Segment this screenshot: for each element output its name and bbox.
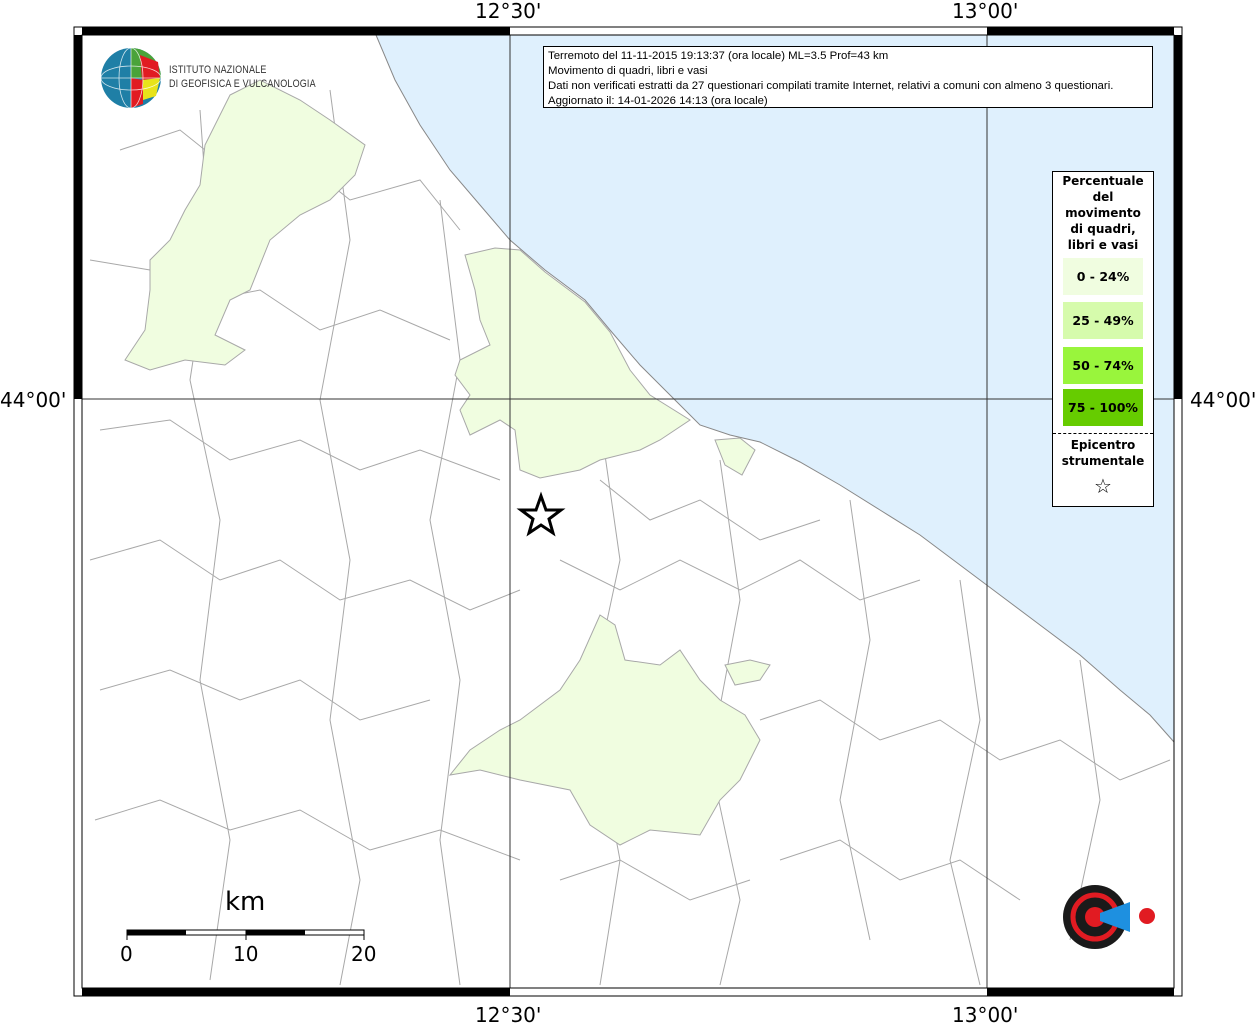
info-updated: Aggiornato il: 14-01-2026 14:13 (ora loc… — [548, 95, 768, 107]
lat-label-right: 44°00' — [1190, 388, 1255, 412]
legend-epicenter-line: strumentale — [1061, 454, 1145, 468]
ingv-line1: ISTITUTO NAZIONALE — [169, 64, 267, 76]
ingv-line2: DI GEOFISICA E VULCANOLOGIA — [169, 78, 316, 90]
scale-unit: km — [225, 887, 266, 917]
legend-title-line: di quadri, — [1070, 222, 1136, 236]
lat-label-left: 44°00' — [0, 388, 67, 412]
ingv-logo-text: ISTITUTO NAZIONALE DI GEOFISICA E VULCAN… — [169, 63, 316, 91]
legend-item-50-74: 50 - 74% — [1063, 347, 1143, 384]
legend-epicenter-label: Epicentro strumentale — [1053, 437, 1153, 469]
legend-title-line: del — [1092, 190, 1114, 204]
scale-tick-20: 20 — [351, 942, 377, 966]
lon-label-top-1300: 13°00' — [952, 0, 1019, 23]
earthquake-info-box: Terremoto del 11-11-2015 19:13:37 (ora l… — [543, 46, 1153, 108]
scale-tick-10: 10 — [233, 942, 259, 966]
info-event: Terremoto del 11-11-2015 19:13:37 (ora l… — [548, 50, 889, 62]
legend-item-0-24: 0 - 24% — [1063, 258, 1143, 295]
legend-star-icon: ☆ — [1094, 474, 1112, 498]
legend-title-line: Percentuale — [1062, 174, 1144, 188]
intensity-map — [73, 26, 1183, 997]
lon-label-top-1230: 12°30' — [475, 0, 542, 23]
lon-label-bottom-1230: 12°30' — [475, 1003, 542, 1027]
legend-title-line: libri e vasi — [1067, 238, 1139, 252]
lon-label-bottom-1300: 13°00' — [952, 1003, 1019, 1027]
legend-item-75-100: 75 - 100% — [1063, 389, 1143, 426]
legend-divider — [1053, 433, 1153, 434]
legend-title: Percentuale del movimento di quadri, lib… — [1053, 173, 1153, 253]
info-data-note: Dati non verificati estratti da 27 quest… — [548, 80, 1114, 92]
legend: Percentuale del movimento di quadri, lib… — [1052, 171, 1154, 507]
scale-tick-0: 0 — [120, 942, 133, 966]
ingv-logo-icon — [100, 47, 162, 109]
legend-title-line: movimento — [1065, 206, 1141, 220]
legend-epicenter-line: Epicentro — [1070, 438, 1136, 452]
info-effect: Movimento di quadri, libri e vasi — [548, 65, 708, 77]
legend-item-25-49: 25 - 49% — [1063, 302, 1143, 339]
